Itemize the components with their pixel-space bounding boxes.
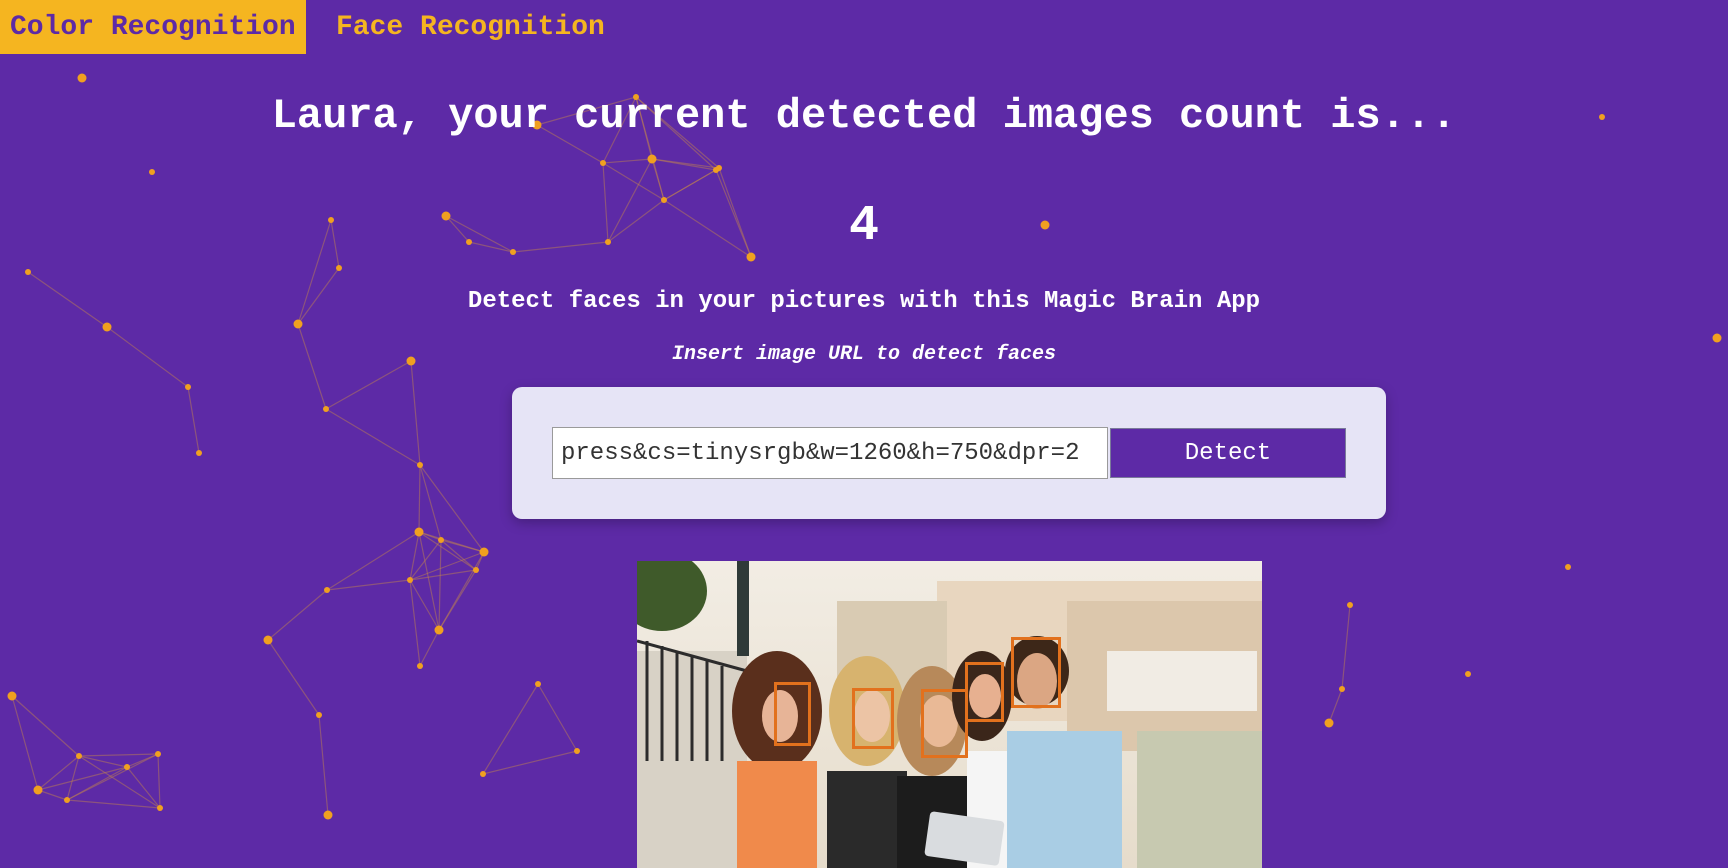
face-box xyxy=(774,682,811,746)
detected-photo xyxy=(637,561,1262,868)
nav-color-recognition[interactable]: Color Recognition xyxy=(0,0,306,54)
face-box xyxy=(1011,637,1061,708)
greeting-heading: Laura, your current detected images coun… xyxy=(271,92,1457,140)
face-box xyxy=(965,662,1004,722)
face-box xyxy=(852,688,894,749)
image-url-input[interactable] xyxy=(552,427,1108,479)
nav-face-recognition[interactable]: Face Recognition xyxy=(326,0,615,54)
face-box xyxy=(921,689,968,758)
top-nav: Color Recognition Face Recognition xyxy=(0,0,615,54)
detected-count: 4 xyxy=(848,198,879,255)
app-tagline: Detect faces in your pictures with this … xyxy=(467,288,1261,315)
url-form-card: Detect xyxy=(512,387,1386,519)
url-instruction: Insert image URL to detect faces xyxy=(671,343,1057,366)
detect-button[interactable]: Detect xyxy=(1110,428,1346,478)
